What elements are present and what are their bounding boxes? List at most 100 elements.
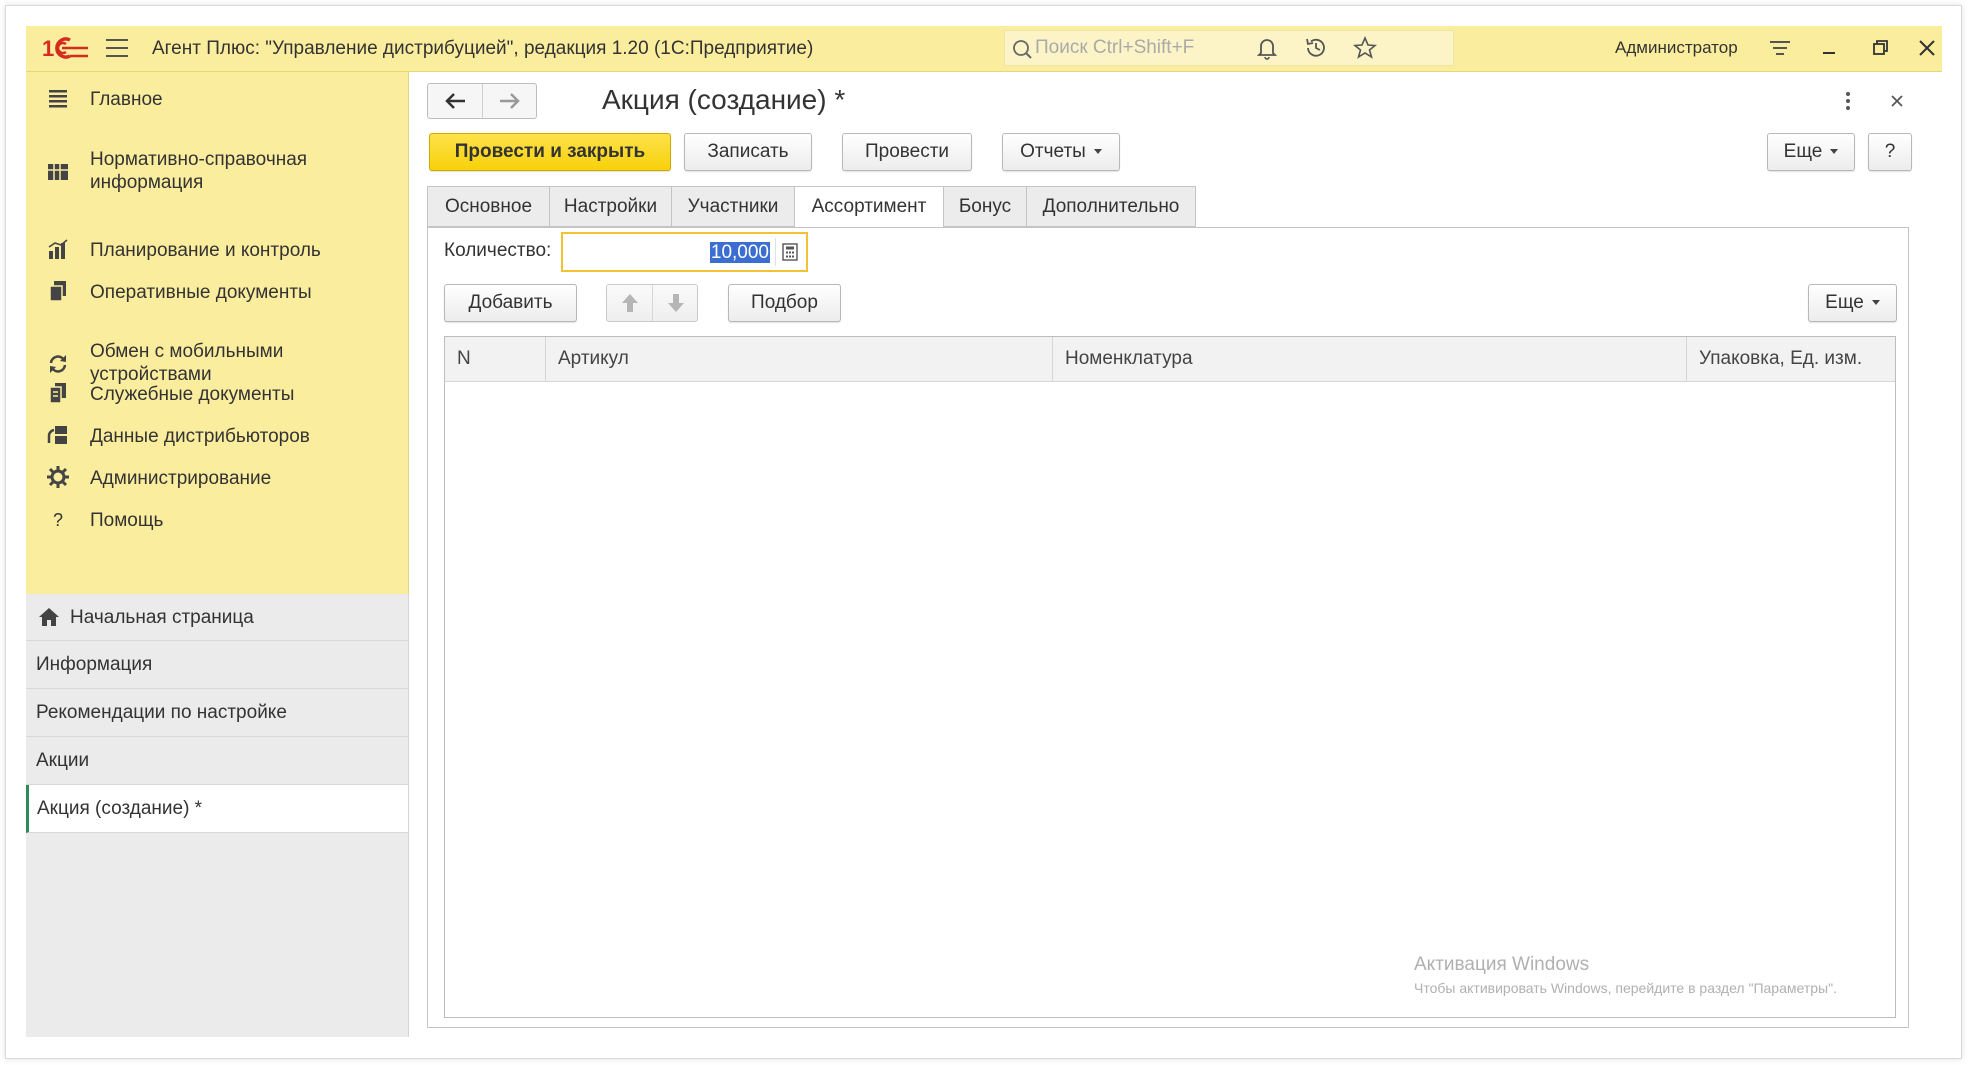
reports-label: Отчеты — [1020, 141, 1086, 162]
help-button[interactable]: ? — [1868, 133, 1912, 171]
table-header: N Артикул Номенклатура Упаковка, Ед. изм… — [445, 337, 1895, 382]
close-form-icon[interactable] — [1886, 90, 1908, 112]
move-down-button[interactable] — [652, 285, 698, 321]
quantity-label: Количество: — [444, 240, 552, 261]
more-actions-icon[interactable] — [1843, 89, 1853, 113]
tab-assortment[interactable]: Ассортимент — [794, 186, 944, 228]
post-button[interactable]: Провести — [842, 133, 972, 171]
bar-chart-icon — [48, 239, 68, 259]
sidebar-item-label: Помощь — [90, 510, 164, 531]
sidebar-item-label: Планирование и контроль — [90, 240, 321, 261]
main-menu-icon[interactable] — [106, 39, 128, 57]
forward-button[interactable] — [482, 84, 537, 118]
tab-main[interactable]: Основное — [427, 186, 550, 227]
user-name[interactable]: Администратор — [1615, 38, 1738, 58]
tab-additional[interactable]: Дополнительно — [1026, 186, 1196, 227]
chevron-down-icon — [1830, 149, 1839, 155]
open-window-item[interactable]: Рекомендации по настройке — [26, 689, 408, 737]
post-and-close-button[interactable]: Провести и закрыть — [429, 133, 671, 171]
restore-icon[interactable] — [1867, 35, 1893, 61]
sidebar-item-planning[interactable]: Планирование и контроль — [26, 225, 408, 273]
quantity-field[interactable]: 10,000 — [561, 232, 808, 272]
global-search[interactable] — [1004, 30, 1454, 66]
column-header-n[interactable]: N — [445, 337, 545, 381]
form-title: Акция (создание) * — [602, 84, 846, 115]
service-docs-icon — [49, 383, 66, 404]
sidebar-item-reference[interactable]: Нормативно-справочная информация — [26, 136, 408, 206]
add-row-button[interactable]: Добавить — [444, 284, 577, 322]
sidebar-item-administration[interactable]: Администрирование — [26, 453, 408, 501]
history-icon[interactable] — [1303, 35, 1329, 61]
move-up-button[interactable] — [607, 285, 652, 321]
arrow-up-icon — [622, 294, 638, 312]
chevron-down-icon — [1871, 300, 1880, 306]
back-button[interactable] — [428, 84, 482, 118]
open-window-home[interactable]: Начальная страница — [26, 594, 408, 641]
watermark-text: Чтобы активировать Windows, перейдите в … — [1414, 980, 1837, 996]
arrow-left-icon — [445, 93, 465, 109]
sidebar-item-label: Главное — [90, 89, 163, 110]
reports-dropdown-button[interactable]: Отчеты — [1002, 133, 1120, 171]
field-divider — [775, 238, 776, 266]
windows-activation-watermark: Активация Windows Чтобы активировать Win… — [1414, 954, 1837, 996]
sidebar-item-label: Нормативно-справочная информация — [90, 149, 308, 193]
menu-list-icon — [49, 90, 67, 108]
svg-text:1: 1 — [42, 36, 54, 61]
open-window-label: Акции — [36, 750, 90, 771]
column-header-article[interactable]: Артикул — [545, 337, 1052, 381]
open-window-item[interactable]: Акции — [26, 737, 408, 785]
assortment-table[interactable]: N Артикул Номенклатура Упаковка, Ед. изм… — [444, 336, 1896, 1018]
column-header-package[interactable]: Упаковка, Ед. изм. — [1686, 337, 1895, 381]
sidebar-item-label: Служебные документы — [90, 384, 295, 405]
sidebar-item-label: Данные дистрибьюторов — [90, 426, 310, 447]
tab-participants[interactable]: Участники — [671, 186, 795, 227]
close-window-icon[interactable] — [1914, 35, 1940, 61]
open-window-item-active[interactable]: Акция (создание) * — [26, 785, 408, 833]
history-nav — [427, 83, 537, 119]
title-bar: 1 Агент Плюс: "Управление дистрибуцией",… — [26, 26, 1942, 72]
svg-text:?: ? — [53, 510, 63, 530]
bell-icon[interactable] — [1254, 35, 1280, 61]
sidebar-item-main[interactable]: Главное — [26, 74, 408, 122]
app-title: Агент Плюс: "Управление дистрибуцией", р… — [152, 38, 814, 59]
sections-panel: Главное Нормативно-справочная информация… — [26, 72, 409, 594]
open-window-label: Информация — [36, 654, 153, 675]
distributor-icon — [47, 426, 67, 444]
save-button[interactable]: Записать — [684, 133, 812, 171]
sidebar-item-label: Оперативные документы — [90, 282, 312, 303]
watermark-title: Активация Windows — [1414, 954, 1590, 975]
tab-bonus[interactable]: Бонус — [943, 186, 1027, 227]
sidebar-item-operational[interactable]: Оперативные документы — [26, 267, 408, 315]
open-windows-panel: Начальная страница Информация Рекомендац… — [26, 594, 409, 1037]
move-buttons — [606, 284, 698, 322]
star-icon[interactable] — [1352, 35, 1378, 61]
arrow-right-icon — [500, 93, 520, 109]
more-dropdown-button[interactable]: Еще — [1767, 133, 1855, 171]
quantity-value[interactable]: 10,000 — [709, 242, 770, 263]
minimize-icon[interactable] — [1817, 35, 1843, 61]
calculator-icon[interactable] — [782, 243, 798, 261]
selection-button[interactable]: Подбор — [728, 284, 841, 322]
sidebar-item-help[interactable]: ? Помощь — [26, 495, 408, 543]
1c-logo-icon: 1 — [42, 36, 88, 61]
arrow-down-icon — [668, 294, 684, 312]
gear-icon — [47, 466, 69, 488]
open-window-item[interactable]: Информация — [26, 641, 408, 689]
sidebar-item-distributors[interactable]: Данные дистрибьюторов — [26, 411, 408, 459]
sidebar-item-label: Администрирование — [90, 468, 272, 489]
open-window-label: Рекомендации по настройке — [36, 702, 287, 723]
open-window-label: Начальная страница — [70, 607, 254, 628]
sidebar-item-service-docs[interactable]: Служебные документы — [26, 369, 408, 417]
search-icon — [1013, 40, 1032, 59]
chevron-down-icon — [1093, 149, 1102, 155]
more-label: Еще — [1825, 292, 1864, 313]
tab-settings[interactable]: Настройки — [549, 186, 672, 227]
question-icon: ? — [53, 510, 63, 530]
more-label: Еще — [1783, 141, 1823, 162]
grid-book-icon — [48, 164, 68, 180]
table-more-dropdown-button[interactable]: Еще — [1808, 284, 1897, 322]
home-icon — [39, 608, 59, 626]
column-header-nomenclature[interactable]: Номенклатура — [1052, 337, 1686, 381]
open-window-label: Акция (создание) * — [37, 798, 203, 819]
settings-menu-icon[interactable] — [1767, 35, 1793, 61]
